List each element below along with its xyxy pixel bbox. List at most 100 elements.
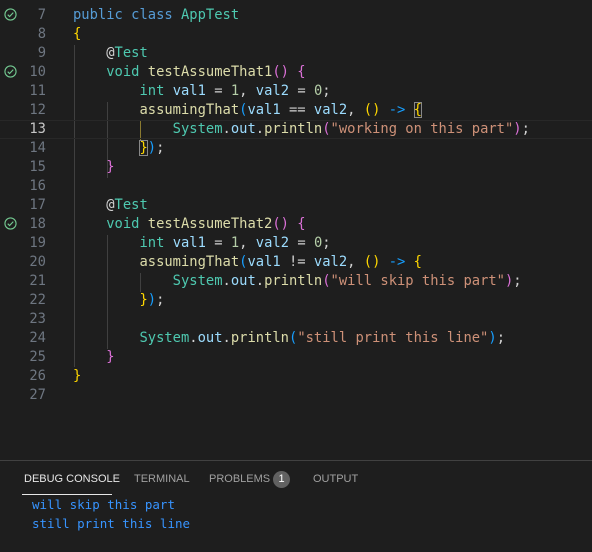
code-token: ) xyxy=(147,140,157,156)
code-line[interactable]: 23 xyxy=(0,310,592,329)
code-token: == xyxy=(280,102,314,118)
code-token: 0 xyxy=(313,83,323,99)
code-token: public class xyxy=(73,7,181,23)
code-line[interactable]: 22 }); xyxy=(0,291,592,310)
code-token: int xyxy=(73,83,173,99)
line-number: 18 xyxy=(29,216,46,232)
tab-problems[interactable]: PROBLEMS xyxy=(209,473,270,485)
line-number: 7 xyxy=(37,7,46,23)
code-token: val2 xyxy=(313,254,348,270)
code-token: 1 xyxy=(230,235,240,251)
line-number: 20 xyxy=(29,254,46,270)
code-token: 1 xyxy=(230,83,240,99)
code-token: , xyxy=(347,102,364,118)
code-token: val2 xyxy=(255,83,290,99)
line-number: 12 xyxy=(29,102,46,118)
code-token: out xyxy=(197,330,223,346)
line-number: 14 xyxy=(29,140,46,156)
code-token: = xyxy=(205,83,231,99)
code-line[interactable]: 9 @Test xyxy=(0,44,592,63)
active-tab-indicator xyxy=(22,494,112,495)
code-token: ; xyxy=(322,83,331,99)
code-token: { xyxy=(413,254,422,270)
code-line[interactable]: 25 } xyxy=(0,348,592,367)
code-text: }); xyxy=(73,139,164,158)
code-token: { xyxy=(413,102,422,118)
code-token: println xyxy=(230,330,289,346)
code-line[interactable]: 15 } xyxy=(0,158,592,177)
code-text: public class AppTest xyxy=(73,6,239,25)
code-token: AppTest xyxy=(180,7,240,23)
line-number: 21 xyxy=(29,273,46,289)
code-token: ) xyxy=(147,292,157,308)
code-line[interactable]: 19 int val1 = 1, val2 = 0; xyxy=(0,234,592,253)
code-token: testAssumeThat2 xyxy=(147,216,273,232)
code-line[interactable]: 24 System.out.println("still print this … xyxy=(0,329,592,348)
code-token: val2 xyxy=(255,235,290,251)
code-line[interactable]: 14 }); xyxy=(0,139,592,158)
code-token: = xyxy=(205,235,231,251)
code-token: } xyxy=(73,349,115,365)
code-token: . xyxy=(255,273,265,289)
tab-terminal[interactable]: TERMINAL xyxy=(134,473,190,485)
code-line[interactable]: 10 void testAssumeThat1() { xyxy=(0,63,592,82)
code-text: { xyxy=(73,25,81,44)
code-token: , xyxy=(239,83,256,99)
code-token: "working on this part" xyxy=(330,121,514,137)
line-number: 13 xyxy=(29,121,46,137)
code-editor[interactable]: 7 public class AppTest 8{9 @Test 10 void te… xyxy=(0,0,592,460)
problems-count-badge: 1 xyxy=(273,471,290,488)
code-line[interactable]: 13 System.out.println("working on this p… xyxy=(0,120,592,139)
code-line[interactable]: 12 assumingThat(val1 == val2, () -> { xyxy=(0,101,592,120)
code-token: } xyxy=(139,140,148,156)
code-token: println xyxy=(264,273,323,289)
tab-debug-console[interactable]: DEBUG CONSOLE xyxy=(24,473,120,485)
code-token: ) xyxy=(488,330,497,346)
code-token: out xyxy=(230,273,256,289)
code-token: val1 xyxy=(247,254,281,270)
code-token: () xyxy=(363,254,381,270)
code-token: ( xyxy=(322,273,331,289)
code-text: @Test xyxy=(73,44,148,63)
code-line[interactable]: 21 System.out.println("will skip this pa… xyxy=(0,272,592,291)
code-token: != xyxy=(280,254,314,270)
code-token: () xyxy=(363,102,381,118)
code-text: void testAssumeThat1() { xyxy=(73,63,305,82)
line-number: 19 xyxy=(29,235,46,251)
code-text: void testAssumeThat2() { xyxy=(73,215,306,234)
code-token: System xyxy=(73,273,223,289)
code-token: assumingThat xyxy=(73,102,240,118)
code-token: () { xyxy=(272,216,306,232)
code-token: assumingThat xyxy=(73,254,240,270)
line-number: 23 xyxy=(29,311,46,327)
code-text: } xyxy=(73,348,115,367)
code-line[interactable]: 8{ xyxy=(0,25,592,44)
tab-output[interactable]: OUTPUT xyxy=(313,473,358,485)
code-token: . xyxy=(222,273,231,289)
code-token: @ xyxy=(73,45,115,61)
code-token: void xyxy=(73,64,148,80)
line-number: 27 xyxy=(29,387,46,403)
code-token: ; xyxy=(322,235,331,251)
code-line[interactable]: 11 int val1 = 1, val2 = 0; xyxy=(0,82,592,101)
code-token: ; xyxy=(156,292,165,308)
code-line[interactable]: 16 xyxy=(0,177,592,196)
line-number: 9 xyxy=(37,45,46,61)
line-number: 16 xyxy=(29,178,46,194)
code-line[interactable]: 18 void testAssumeThat2() { xyxy=(0,215,592,234)
code-line[interactable]: 20 assumingThat(val1 != val2, () -> { xyxy=(0,253,592,272)
line-number: 25 xyxy=(29,349,46,365)
code-token: @ xyxy=(73,197,115,213)
code-line[interactable]: 7 public class AppTest xyxy=(0,6,592,25)
code-token: } xyxy=(73,368,82,384)
code-token: void xyxy=(73,216,148,232)
line-number: 10 xyxy=(29,64,46,80)
code-token: { xyxy=(73,26,82,42)
code-token: ) xyxy=(513,121,522,137)
code-token: Test xyxy=(114,197,148,213)
code-line[interactable]: 27 xyxy=(0,386,592,405)
code-token: } xyxy=(73,292,148,308)
code-line[interactable]: 26} xyxy=(0,367,592,386)
code-line[interactable]: 17 @Test xyxy=(0,196,592,215)
